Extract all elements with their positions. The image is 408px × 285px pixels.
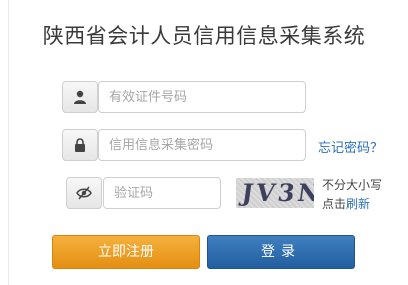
forgot-password-link[interactable]: 忘记密码？ xyxy=(318,137,383,156)
captcha-image-text: JV3N xyxy=(239,178,314,207)
captcha-click-text: 点击 xyxy=(322,197,347,211)
eye-icon xyxy=(66,177,102,209)
id-number-input[interactable] xyxy=(98,81,306,113)
login-button[interactable]: 登录 xyxy=(207,235,355,269)
captcha-case-hint: 不分大小写 xyxy=(322,178,383,192)
captcha-hint: 不分大小写 点击刷新 xyxy=(322,176,382,214)
captcha-image[interactable]: JV3N xyxy=(236,178,314,208)
register-button[interactable]: 立即注册 xyxy=(52,235,200,269)
password-input[interactable] xyxy=(98,129,306,161)
page-title: 陕西省会计人员信用信息采集系统 xyxy=(42,24,366,48)
lock-icon xyxy=(62,129,98,161)
user-icon xyxy=(62,81,98,113)
captcha-input[interactable] xyxy=(103,177,221,209)
captcha-refresh-link[interactable]: 刷新 xyxy=(346,197,370,211)
